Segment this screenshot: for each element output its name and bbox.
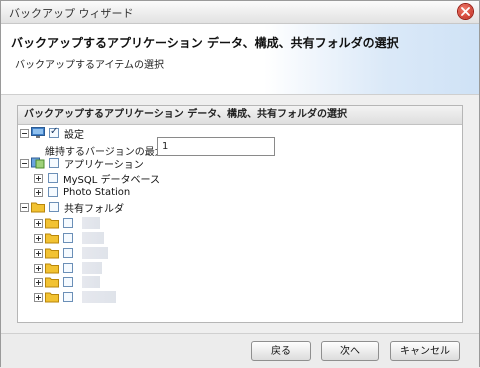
wizard-header: バックアップするアプリケーション データ、構成、共有フォルダの選択 バックアップ… xyxy=(1,24,479,95)
next-button[interactable]: 次へ xyxy=(321,341,379,361)
folder-icon xyxy=(45,262,59,274)
expand-toggle[interactable] xyxy=(34,277,43,287)
tree-node-applications: アプリケーション xyxy=(20,156,144,171)
tree-node-folder xyxy=(34,261,102,275)
folder-checkbox[interactable] xyxy=(63,263,73,273)
folder-icon xyxy=(45,232,59,244)
tree-node-shared-folders: 共有フォルダ xyxy=(20,200,124,215)
tree-node-folder xyxy=(34,290,116,304)
applications-icon xyxy=(31,157,45,169)
folder-name-redacted xyxy=(82,276,100,288)
mysql-checkbox[interactable] xyxy=(48,173,58,183)
tree-node-photo-station: Photo Station xyxy=(34,185,130,199)
page-subtitle: バックアップするアイテムの選択 xyxy=(15,60,164,71)
folder-icon xyxy=(45,291,59,303)
settings-icon xyxy=(31,127,45,139)
shared-folders-label: 共有フォルダ xyxy=(64,203,124,215)
title-bar: バックアップ ウィザード xyxy=(1,1,479,24)
max-versions-input[interactable]: 1 xyxy=(157,137,275,156)
collapse-toggle[interactable] xyxy=(20,202,29,212)
applications-label: アプリケーション xyxy=(64,159,144,171)
expand-toggle[interactable] xyxy=(34,218,43,228)
folder-name-redacted xyxy=(82,217,100,229)
tree-node-mysql: MySQL データベース xyxy=(34,171,161,186)
applications-checkbox[interactable] xyxy=(49,158,59,168)
expand-toggle[interactable] xyxy=(34,187,43,197)
folder-name-redacted xyxy=(82,262,102,274)
window-title: バックアップ ウィザード xyxy=(9,7,134,20)
tree-node-folder xyxy=(34,231,104,245)
expand-toggle[interactable] xyxy=(34,263,43,273)
settings-label: 設定 xyxy=(64,129,84,141)
collapse-toggle[interactable] xyxy=(20,128,29,138)
shared-folders-checkbox[interactable] xyxy=(49,202,59,212)
back-button[interactable]: 戻る xyxy=(251,341,311,361)
photo-station-label: Photo Station xyxy=(63,186,131,198)
folder-name-redacted xyxy=(82,247,108,259)
folder-icon xyxy=(31,201,45,213)
expand-toggle[interactable] xyxy=(34,173,43,183)
folder-checkbox[interactable] xyxy=(63,277,73,287)
page-title: バックアップするアプリケーション データ、構成、共有フォルダの選択 xyxy=(11,36,399,50)
folder-name-redacted xyxy=(82,232,104,244)
tree-node-settings: 設定 xyxy=(20,126,84,141)
folder-checkbox[interactable] xyxy=(63,292,73,302)
panel-title: バックアップするアプリケーション データ、構成、共有フォルダの選択 xyxy=(18,106,462,125)
folder-name-redacted xyxy=(82,291,116,303)
folder-checkbox[interactable] xyxy=(63,218,73,228)
folder-icon xyxy=(45,217,59,229)
expand-toggle[interactable] xyxy=(34,233,43,243)
wizard-footer: 戻る 次へ キャンセル xyxy=(1,333,479,368)
close-icon xyxy=(461,7,470,16)
tree-node-folder xyxy=(34,216,100,230)
folder-checkbox[interactable] xyxy=(63,233,73,243)
settings-checkbox[interactable] xyxy=(49,126,59,138)
tree-node-folder xyxy=(34,275,100,289)
backup-wizard-window: バックアップ ウィザード バックアップするアプリケーション データ、構成、共有フ… xyxy=(0,0,480,368)
folder-checkbox[interactable] xyxy=(63,248,73,258)
folder-icon xyxy=(45,276,59,288)
close-button[interactable] xyxy=(458,4,473,19)
expand-toggle[interactable] xyxy=(34,292,43,302)
photo-station-checkbox[interactable] xyxy=(48,187,58,197)
expand-toggle[interactable] xyxy=(34,248,43,258)
collapse-toggle[interactable] xyxy=(20,158,29,168)
tree-node-folder xyxy=(34,246,108,260)
mysql-label: MySQL データベース xyxy=(63,174,161,186)
cancel-button[interactable]: キャンセル xyxy=(390,341,460,361)
folder-icon xyxy=(45,247,59,259)
